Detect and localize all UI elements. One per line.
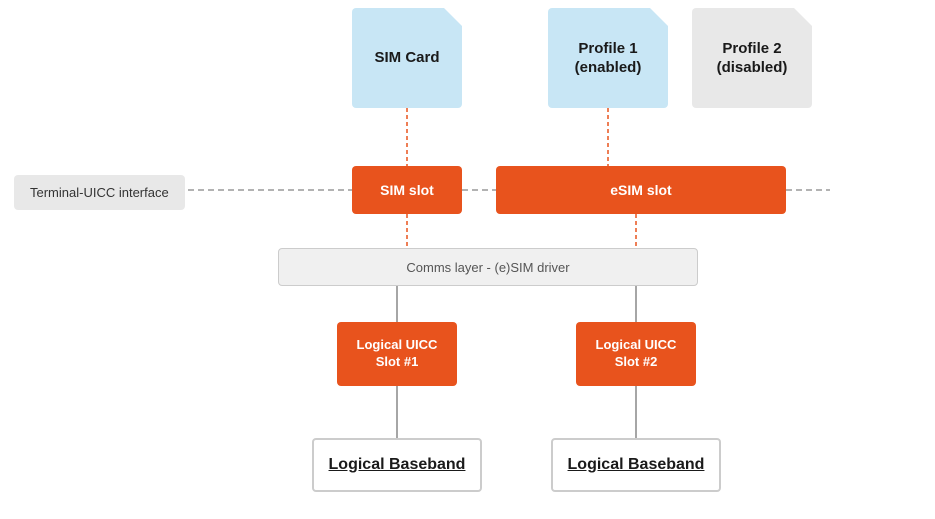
baseband-2-box: Logical Baseband — [551, 438, 721, 492]
terminal-uicc-label: Terminal-UICC interface — [14, 175, 185, 210]
esim-slot-box: eSIM slot — [496, 166, 786, 214]
profile1-card: Profile 1(enabled) — [548, 8, 668, 108]
logical-uicc-1-box: Logical UICCSlot #1 — [337, 322, 457, 386]
logical-uicc-2-box: Logical UICCSlot #2 — [576, 322, 696, 386]
logical-uicc-2-label: Logical UICCSlot #2 — [596, 337, 677, 371]
logical-uicc-1-label: Logical UICCSlot #1 — [357, 337, 438, 371]
sim-card-label: SIM Card — [374, 48, 439, 68]
comms-layer-label: Comms layer - (e)SIM driver — [406, 260, 569, 275]
esim-slot-label: eSIM slot — [610, 182, 671, 198]
baseband-2-label: Logical Baseband — [568, 456, 705, 474]
profile2-label: Profile 2(disabled) — [717, 39, 788, 78]
architecture-diagram: SIM Card Profile 1(enabled) Profile 2(di… — [0, 0, 935, 519]
profile1-label: Profile 1(enabled) — [575, 39, 642, 78]
sim-slot-box: SIM slot — [352, 166, 462, 214]
sim-card: SIM Card — [352, 8, 462, 108]
baseband-1-box: Logical Baseband — [312, 438, 482, 492]
profile2-card: Profile 2(disabled) — [692, 8, 812, 108]
baseband-1-label: Logical Baseband — [329, 456, 466, 474]
sim-slot-label: SIM slot — [380, 182, 434, 198]
comms-layer-box: Comms layer - (e)SIM driver — [278, 248, 698, 286]
